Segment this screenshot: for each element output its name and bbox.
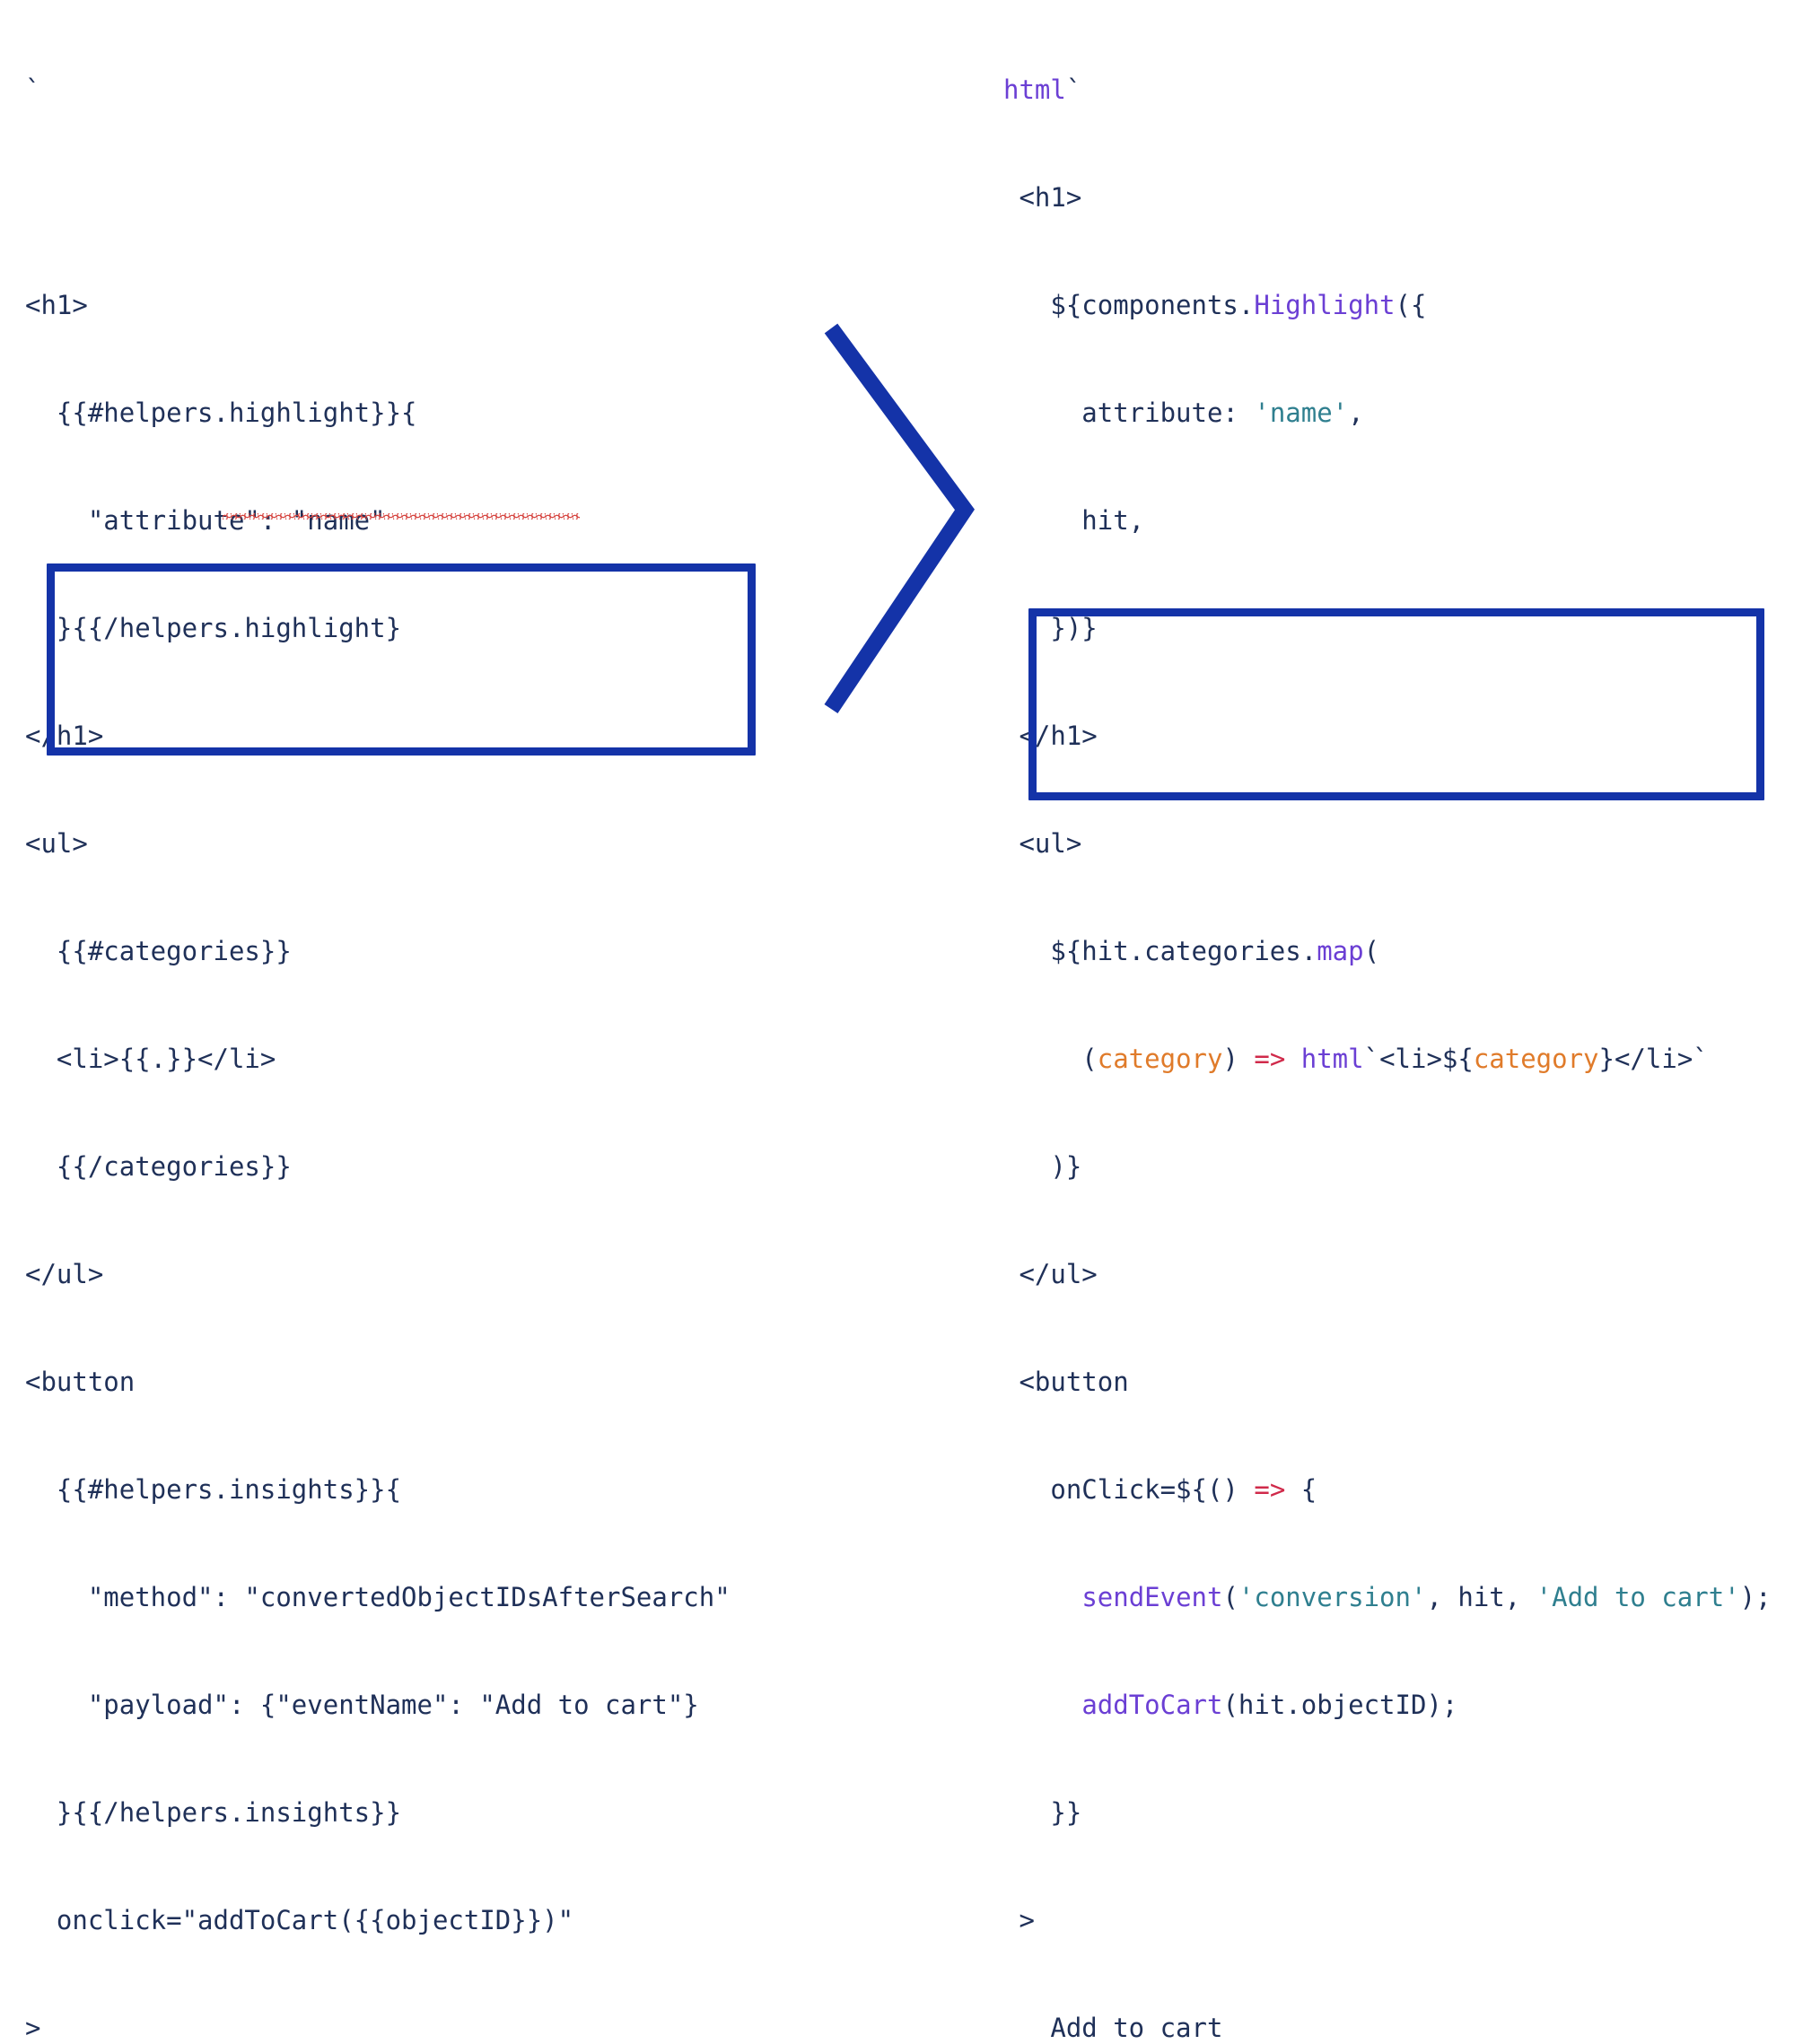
code-line: ${hit.categories.map( xyxy=(1003,933,1793,969)
code-line-misspelled: "method": "convertedObjectIDsAfterSearch… xyxy=(25,1582,731,1612)
code-line: attribute: 'name', xyxy=(1003,395,1793,431)
code-line: <button xyxy=(1003,1364,1793,1400)
diagram-canvas: ` <h1> {{#helpers.highlight}}{ "attribut… xyxy=(0,0,1794,2043)
code-line: {{#helpers.insights}}{ xyxy=(25,1474,402,1505)
code-line: {{/categories}} xyxy=(25,1151,292,1182)
token-tag: <ul> xyxy=(1003,828,1082,859)
token-tag: > xyxy=(1003,1905,1035,1935)
code-line: addToCart(hit.objectID); xyxy=(1003,1687,1793,1723)
token-arrow: => xyxy=(1254,1044,1286,1074)
code-line: hit, xyxy=(1003,502,1793,538)
code-line: {{#helpers.highlight}}{ xyxy=(25,397,417,428)
token-punctuation: ( xyxy=(1222,1582,1238,1612)
token-punctuation: ); xyxy=(1739,1582,1772,1612)
code-line: Add to cart xyxy=(1003,2010,1793,2044)
token-plain: ${components. xyxy=(1003,290,1255,320)
token-punctuation: , xyxy=(1348,397,1364,428)
code-line: <h1> xyxy=(1003,179,1793,215)
code-line: html` xyxy=(1003,72,1793,108)
token-plain: , hit, xyxy=(1426,1582,1536,1612)
code-line: > xyxy=(25,2013,41,2043)
token-keyword: map xyxy=(1317,936,1364,966)
right-highlight-box xyxy=(1028,608,1764,800)
token-keyword: addToCart xyxy=(1081,1690,1223,1720)
token-parameter: category xyxy=(1097,1044,1223,1074)
code-line: ${components.Highlight({ xyxy=(1003,287,1793,323)
code-line: <h1> xyxy=(25,290,88,320)
token-string: 'conversion' xyxy=(1238,1582,1427,1612)
token-punctuation: )} xyxy=(1003,1151,1082,1182)
token-plain: onClick=${() xyxy=(1003,1474,1255,1505)
token-plain: attribute: xyxy=(1003,397,1255,428)
code-line: <li>{{.}}</li> xyxy=(25,1044,276,1074)
token-punctuation: { xyxy=(1285,1474,1317,1505)
chevron-right-icon xyxy=(824,323,976,714)
code-line: </ul> xyxy=(1003,1256,1793,1292)
token-keyword: sendEvent xyxy=(1081,1582,1223,1612)
code-line: }} xyxy=(1003,1795,1793,1830)
code-line: ` xyxy=(25,74,41,105)
code-line: {{#categories}} xyxy=(25,936,292,966)
token-punctuation: ({ xyxy=(1395,290,1427,320)
right-code-panel: html` <h1> ${components.Highlight({ attr… xyxy=(1003,0,1793,2044)
token-punctuation: ) xyxy=(1222,1044,1255,1074)
code-line: <ul> xyxy=(1003,825,1793,861)
code-line: </ul> xyxy=(25,1259,104,1289)
token-plain: `<li>${ xyxy=(1363,1044,1474,1074)
token-plain: ${hit.categories. xyxy=(1003,936,1317,966)
token-punctuation: (hit.objectID); xyxy=(1222,1690,1458,1720)
code-line: "attribute": "name" xyxy=(25,505,386,536)
token-keyword: html xyxy=(1003,74,1066,105)
token-string: 'name' xyxy=(1254,397,1349,428)
code-line: (category) => html`<li>${category}</li>` xyxy=(1003,1041,1793,1077)
token-plain: Add to cart xyxy=(1003,2013,1223,2043)
token-parameter: category xyxy=(1473,1044,1599,1074)
token-tag: <h1> xyxy=(1003,182,1082,213)
code-line: )} xyxy=(1003,1149,1793,1184)
token-punctuation: }} xyxy=(1003,1797,1082,1828)
token-tag: </ul> xyxy=(1003,1259,1098,1289)
code-line: sendEvent('conversion', hit, 'Add to car… xyxy=(1003,1579,1793,1615)
token-punctuation: ( xyxy=(1363,936,1380,966)
token-plain: }</li>` xyxy=(1598,1044,1709,1074)
token-tag: <button xyxy=(1003,1367,1129,1397)
code-line: > xyxy=(1003,1902,1793,1938)
token-keyword: Highlight xyxy=(1254,290,1396,320)
token-arrow: => xyxy=(1254,1474,1286,1505)
code-line: onClick=${() => { xyxy=(1003,1472,1793,1507)
token-string: 'Add to cart' xyxy=(1536,1582,1740,1612)
token-keyword: html xyxy=(1300,1044,1364,1074)
token-punctuation: ` xyxy=(1065,74,1082,105)
code-line: <ul> xyxy=(25,828,88,859)
token-punctuation: ( xyxy=(1003,1044,1098,1074)
left-code-panel: ` <h1> {{#helpers.highlight}}{ "attribut… xyxy=(25,0,797,2044)
left-highlight-box xyxy=(47,563,756,756)
code-line: }{{/helpers.insights}} xyxy=(25,1797,402,1828)
token-plain: hit, xyxy=(1003,505,1145,536)
code-line: onclick="addToCart({{objectID}})" xyxy=(25,1905,574,1935)
code-line: "payload": {"eventName": "Add to cart"} xyxy=(25,1690,699,1720)
code-line: <button xyxy=(25,1367,136,1397)
